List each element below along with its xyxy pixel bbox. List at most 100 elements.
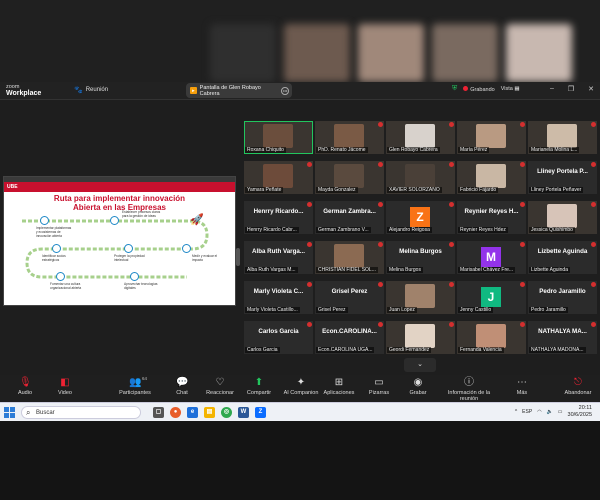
roadmap-diagram: Implementar plataformas y ecosistemas de… [12,210,232,299]
meeting-info-button[interactable]: ⓘ Información de la reunión [438,377,500,402]
mic-muted-icon [449,122,454,127]
participant-display-name: Henrry Ricardo... [253,208,304,215]
recording-indicator[interactable]: Grabando [463,85,495,93]
info-icon: ⓘ [464,377,474,388]
participant-tile[interactable]: Econ.CAROLINA... Econ.CAROLINA UGA... [315,321,384,354]
record-button[interactable]: ◉ Grabar [393,377,443,396]
participant-tile[interactable]: NATHALYA MA... NATHALYA MADONA... [528,321,597,354]
gallery-next-page-button[interactable]: ⌄ [404,358,436,372]
participant-tile[interactable]: Marly Violeta C... Marly Violeta Castillo… [244,281,313,314]
participant-tile[interactable]: Henrry Ricardo... Henrry Ricardo Cabr... [244,201,313,234]
leave-icon: ⎋ [574,377,582,388]
roadmap-node [56,272,65,281]
participant-tile[interactable]: Reynier Reyes H... Reynier Reyes Hdez [457,201,526,234]
participant-video [334,164,364,188]
panel-resize-handle[interactable] [236,248,240,266]
participant-tile[interactable]: Roxana Chiquito [244,121,313,154]
roadmap-step: Establecer procesos claros para la gesti… [122,210,161,218]
mic-muted-icon [449,202,454,207]
participant-display-name: Marly Violeta C... [253,288,304,295]
chevron-up-icon[interactable]: ^ [515,409,517,415]
file-explorer-icon[interactable]: ▤ [204,407,215,418]
participant-display-name: NATHALYA MA... [538,328,587,335]
participant-tile[interactable]: Fabricio Fajardo [457,161,526,194]
word-icon[interactable]: W [238,407,249,418]
participant-tile[interactable]: Geordi Fernandez [386,321,455,354]
chrome-icon[interactable]: ◎ [221,407,232,418]
participant-name-tag: PhD. Renato Jácome [316,147,368,153]
more-options-icon[interactable]: ••• [281,86,290,95]
mic-muted-icon [378,162,383,167]
participant-video [334,244,364,268]
participant-tile[interactable]: María Pérez [457,121,526,154]
mic-muted-icon [591,242,596,247]
participant-video [405,124,435,148]
clock[interactable]: 20:11 30/6/2025 [568,405,592,418]
maximize-icon[interactable]: ❐ [568,85,574,93]
browser-icon[interactable]: ● [170,407,181,418]
rocket-icon: 🚀 [190,214,204,226]
leave-button[interactable]: ⎋ Abandonar [556,377,600,396]
roadmap-node [40,216,49,225]
participant-tile[interactable]: Lliney Portela P... Lliney Portela Peñave… [528,161,597,194]
slide-title: Ruta para implementar innovación Abierta… [53,194,186,212]
participant-tile[interactable]: XAVIER SOLÓRZANO [386,161,455,194]
participant-tile[interactable]: J Jenny Castillo [457,281,526,314]
participant-tile[interactable]: Carlos Garcia Carlos Garcia [244,321,313,354]
participant-tile[interactable]: Juan Lopez [386,281,455,314]
shield-icon[interactable]: ⛨ [452,85,457,93]
mic-muted-icon [520,122,525,127]
participant-tile[interactable]: Lizbette Aguinda Lizbette Aguinda [528,241,597,274]
mic-muted-icon [378,122,383,127]
participant-tile[interactable]: Jessica Quishimbo [528,201,597,234]
participant-tile[interactable]: Pedro Jaramillo Pedro Jaramillo [528,281,597,314]
participant-tile[interactable]: Glen Robayo Cabrera [386,121,455,154]
participant-tile[interactable]: Alba Ruth Varga... Alba Ruth Vargas M... [244,241,313,274]
participant-tile[interactable]: Melina Burgos Melina Burgos [386,241,455,274]
participant-tile[interactable]: Fernanda Valencia [457,321,526,354]
screen-share-tab[interactable]: ▸ Pantalla de Glen Robayo Cabrera ••• [186,83,292,98]
participant-tile[interactable]: M Marisabel Chávez Fre... [457,241,526,274]
language-indicator[interactable]: ESP [522,409,532,415]
mic-muted-icon [449,242,454,247]
participant-tile[interactable]: Z Alejandro Reigosa [386,201,455,234]
titlebar-status: ⛨ Grabando Vista ▦ [452,85,520,93]
zoom-app-icon[interactable]: Z [255,407,266,418]
close-icon[interactable]: ✕ [588,85,594,93]
mic-muted-icon [520,322,525,327]
participant-name-tag: Juan Lopez [387,307,417,313]
participant-video [547,204,577,228]
roadmap-step: Aprovechar tecnologías digitales [124,282,158,290]
task-view-icon[interactable]: ▢ [153,407,164,418]
more-button[interactable]: ⋯ Más [497,377,547,396]
avatar: Z [410,207,430,227]
mic-muted-icon [307,202,312,207]
participant-tile[interactable]: German Zambra... German Zambrano V... [315,201,384,234]
wifi-icon[interactable]: ◠ [537,409,541,415]
taskbar-search[interactable]: ⌕ Buscar [21,406,141,419]
participant-tile[interactable]: Mayda Gonzalez [315,161,384,194]
participant-tile[interactable]: Yamara Peñate [244,161,313,194]
mic-muted-icon [591,322,596,327]
edge-icon[interactable]: e [187,407,198,418]
view-menu[interactable]: Vista ▦ [501,86,520,92]
battery-icon[interactable]: ▭ [558,409,563,415]
roadmap-node [130,272,139,281]
participant-display-name: Reynier Reyes H... [464,208,519,215]
meeting-tab[interactable]: 🐾 Reunión [74,86,108,94]
participants-button[interactable]: 👥 64 Participantes [110,376,160,396]
participant-tile[interactable]: Grisel Perez Grisel Perez [315,281,384,314]
mic-muted-icon: 🎙 [19,377,32,388]
participant-tile[interactable]: Marianela Molina L... [528,121,597,154]
shared-screen[interactable]: UBE Ruta para implementar innovación Abi… [3,176,236,306]
participant-name-tag: XAVIER SOLÓRZANO [387,187,442,193]
video-button[interactable]: ◧ Video [40,377,90,396]
participant-tile[interactable]: CHRISTIAN FIDEL SOL... [315,241,384,274]
speaker-icon[interactable]: 🔈 [547,409,553,415]
minimize-icon[interactable]: – [550,85,554,93]
roadmap-step: Identificar socios estratégicos [42,254,66,262]
participant-name-tag: Jenny Castillo [458,307,494,313]
participant-tile[interactable]: PhD. Renato Jácome [315,121,384,154]
start-button[interactable] [4,407,15,418]
zoom-titlebar: zoom Workplace 🐾 Reunión ▸ Pantalla de G… [0,82,600,100]
